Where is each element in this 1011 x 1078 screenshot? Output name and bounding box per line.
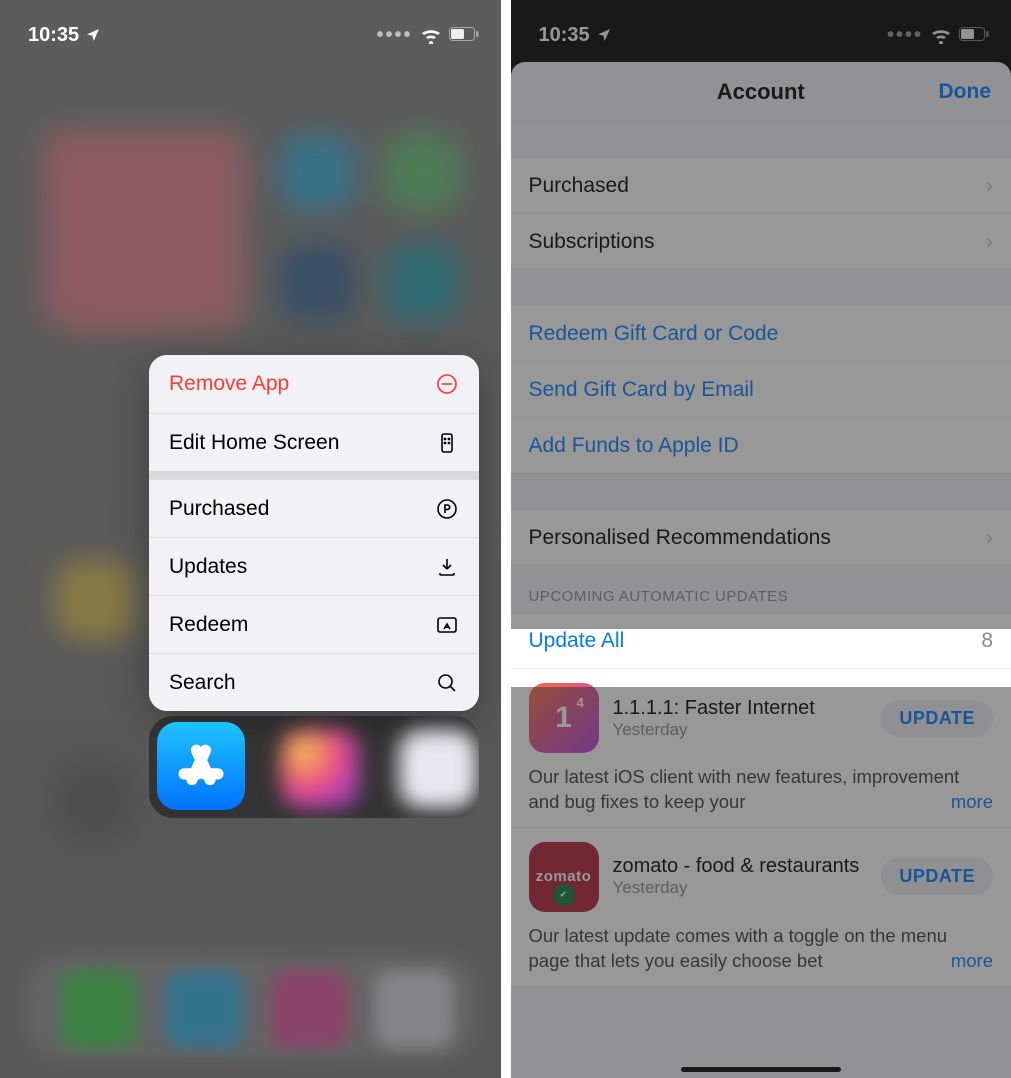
cell-label: Send Gift Card by Email	[529, 378, 994, 402]
download-icon	[435, 555, 459, 579]
menu-separator	[149, 471, 479, 479]
sheet-title: Account	[717, 79, 805, 105]
cell-send-gift[interactable]: Send Gift Card by Email	[511, 362, 1011, 418]
cell-add-funds[interactable]: Add Funds to Apple ID	[511, 418, 1011, 474]
adjacent-app-blur	[281, 730, 359, 808]
left-panel-homescreen: 10:35 •••• Remove App Edit Home Screen P…	[0, 0, 501, 1078]
home-indicator[interactable]	[681, 1067, 841, 1072]
more-link[interactable]: more	[943, 949, 993, 974]
update-button[interactable]: UPDATE	[881, 858, 993, 895]
cell-label: Add Funds to Apple ID	[529, 434, 994, 458]
app-name: zomato - food & restaurants	[613, 855, 868, 878]
status-time: 10:35	[539, 24, 590, 47]
chevron-right-icon: ›	[986, 526, 993, 550]
account-sheet: Account Done Purchased › Subscriptions ›…	[511, 62, 1011, 1078]
status-bar: 10:35 ••••	[539, 22, 990, 48]
battery-icon	[449, 24, 479, 47]
adjacent-app-blur	[399, 730, 477, 808]
purchased-icon	[435, 497, 459, 521]
app-name: 1.1.1.1: Faster Internet	[613, 697, 868, 720]
chevron-right-icon: ›	[986, 174, 993, 198]
update-all-row[interactable]: Update All 8	[511, 613, 1011, 669]
app-update-row: 14 1.1.1.1: Faster Internet Yesterday UP…	[511, 669, 1011, 828]
cell-label: Redeem Gift Card or Code	[529, 322, 994, 346]
menu-updates[interactable]: Updates	[149, 537, 479, 595]
context-menu-app-preview	[149, 716, 479, 818]
menu-label: Updates	[169, 555, 435, 579]
update-button[interactable]: UPDATE	[881, 700, 993, 737]
app-release-notes: Our latest iOS client with new features,…	[529, 765, 994, 815]
cell-label: Purchased	[529, 174, 987, 198]
remove-circle-icon	[435, 372, 459, 396]
app-subtitle: Yesterday	[613, 720, 868, 740]
section-header-updates: Upcoming Automatic Updates	[511, 566, 1011, 613]
cellular-dots-icon: ••••	[887, 24, 923, 47]
cell-redeem-gift[interactable]: Redeem Gift Card or Code	[511, 306, 1011, 362]
menu-search[interactable]: Search	[149, 653, 479, 711]
right-panel-account: 10:35 •••• Account Done Purchased › S	[501, 0, 1011, 1078]
done-button[interactable]: Done	[939, 80, 992, 104]
cell-purchased[interactable]: Purchased ›	[511, 158, 1011, 214]
sheet-header: Account Done	[511, 62, 1011, 122]
wifi-icon	[929, 26, 953, 44]
location-icon	[85, 27, 101, 43]
menu-remove-app[interactable]: Remove App	[149, 355, 479, 413]
cellular-dots-icon: ••••	[376, 24, 412, 47]
more-link[interactable]: more	[943, 790, 993, 815]
cell-label: Subscriptions	[529, 230, 987, 254]
redeem-card-icon	[435, 613, 459, 637]
status-bar: 10:35 ••••	[28, 22, 479, 48]
chevron-right-icon: ›	[986, 230, 993, 254]
search-icon	[435, 671, 459, 695]
location-icon	[596, 27, 612, 43]
app-subtitle: Yesterday	[613, 878, 868, 898]
menu-redeem[interactable]: Redeem	[149, 595, 479, 653]
cell-subscriptions[interactable]: Subscriptions ›	[511, 214, 1011, 270]
phone-grid-icon	[435, 431, 459, 455]
menu-label: Remove App	[169, 372, 435, 396]
cell-label: Personalised Recommendations	[529, 526, 987, 550]
status-time: 10:35	[28, 24, 79, 47]
app-context-menu: Remove App Edit Home Screen Purchased Up…	[149, 355, 479, 711]
menu-purchased[interactable]: Purchased	[149, 479, 479, 537]
battery-icon	[959, 24, 989, 47]
safe-badge-icon: ✔	[553, 884, 575, 906]
app-release-notes: Our latest update comes with a toggle on…	[529, 924, 994, 974]
update-count: 8	[981, 629, 993, 653]
menu-label: Purchased	[169, 497, 435, 521]
menu-label: Redeem	[169, 613, 435, 637]
update-all-label: Update All	[529, 629, 982, 653]
app-icon-1111[interactable]: 14	[529, 683, 599, 753]
menu-edit-home-screen[interactable]: Edit Home Screen	[149, 413, 479, 471]
app-update-row: zomato ✔ zomato - food & restaurants Yes…	[511, 828, 1011, 987]
wifi-icon	[419, 26, 443, 44]
cell-personalised-recs[interactable]: Personalised Recommendations ›	[511, 510, 1011, 566]
menu-label: Search	[169, 671, 435, 695]
app-store-icon[interactable]	[157, 722, 245, 810]
menu-label: Edit Home Screen	[169, 431, 435, 455]
app-icon-zomato[interactable]: zomato ✔	[529, 842, 599, 912]
